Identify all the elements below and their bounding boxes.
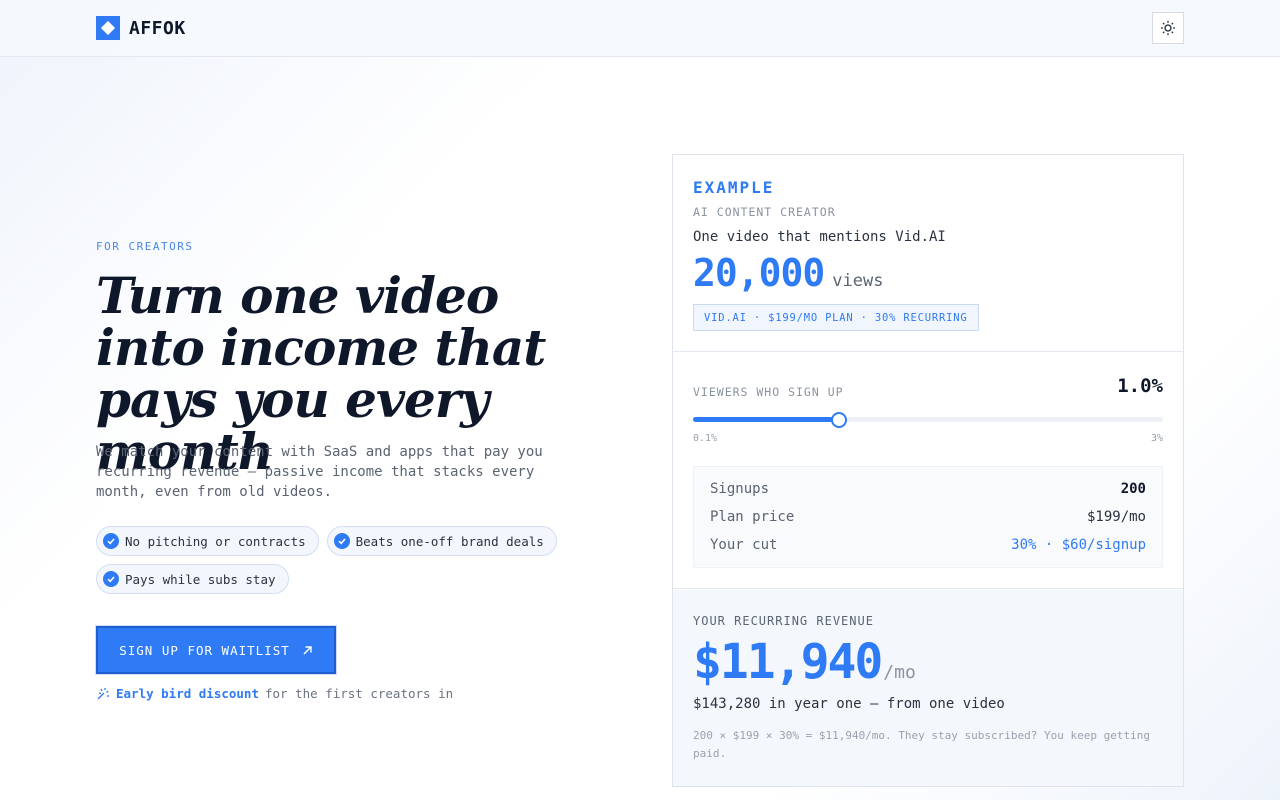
views-count: 20,000 views <box>693 251 883 295</box>
example-section: EXAMPLE AI CONTENT CREATOR One video tha… <box>673 155 1183 352</box>
benefit-pills: No pitching or contracts Beats one-off b… <box>96 526 566 594</box>
slider-min-label: 0.1% <box>693 433 718 444</box>
signup-rate-slider[interactable] <box>693 412 1163 428</box>
recurring-revenue-section: YOUR RECURRING REVENUE $11,940 /mo $143,… <box>673 590 1183 786</box>
signup-waitlist-label: SIGN UP FOR WAITLIST <box>119 642 290 658</box>
slider-max-label: 3% <box>1150 433 1163 444</box>
views-unit: views <box>832 271 884 291</box>
hero-description: We match your content with SaaS and apps… <box>96 444 543 500</box>
breakdown-row-signups: Signups 200 <box>710 475 1146 503</box>
revenue-formula-note: 200 × $199 × 30% = $11,940/mo. They stay… <box>693 729 1150 760</box>
breakdown-value: 30% · $60/signup <box>1011 537 1146 553</box>
check-circle-icon <box>103 533 119 549</box>
check-circle-icon <box>333 533 350 549</box>
breakdown-value: $199/mo <box>1086 509 1146 525</box>
breakdown-box: Signups 200 Plan price $199/mo Your cut … <box>693 466 1163 568</box>
early-bird-text: for the first creators in <box>265 686 454 701</box>
slider-range-labels: 0.1% 3% <box>693 433 1163 444</box>
theme-toggle-button[interactable] <box>1152 12 1184 44</box>
example-subtitle: AI CONTENT CREATOR <box>693 205 836 219</box>
benefit-pill-label: Beats one-off brand deals <box>355 533 544 549</box>
benefit-pill: No pitching or contracts <box>96 526 319 556</box>
diamond-logo-icon <box>96 16 120 40</box>
brand-logo[interactable]: AFFOK <box>96 16 186 40</box>
signup-rate-label: VIEWERS WHO SIGN UP <box>693 385 844 399</box>
benefit-pill: Beats one-off brand deals <box>326 526 557 556</box>
site-header: AFFOK <box>0 0 1280 57</box>
breakdown-row-plan-price: Plan price $199/mo <box>710 503 1146 531</box>
brand-name: AFFOK <box>129 17 186 39</box>
breakdown-row-your-cut: Your cut 30% · $60/signup <box>710 531 1146 559</box>
sparkle-icon <box>97 687 109 699</box>
arrow-up-right-icon <box>303 645 312 654</box>
slider-fill <box>693 417 839 422</box>
breakdown-key: Your cut <box>710 537 778 553</box>
signup-rate-value: 1.0% <box>1117 375 1163 397</box>
breakdown-value: 200 <box>1120 481 1146 497</box>
breakdown-key: Plan price <box>710 509 795 525</box>
example-title: EXAMPLE <box>693 178 775 197</box>
early-bird-link[interactable]: Early bird discount <box>116 686 259 701</box>
benefit-pill: Pays while subs stay <box>96 564 289 594</box>
revenue-unit: /mo <box>883 662 916 683</box>
example-description: One video that mentions Vid.AI <box>693 229 946 245</box>
revenue-amount: $11,940 /mo <box>693 634 916 690</box>
revenue-year-line: $143,280 in year one — from one video <box>693 696 1005 712</box>
revenue-number: $11,940 <box>693 634 883 690</box>
hero-eyebrow: FOR CREATORS <box>96 240 194 253</box>
check-circle-icon <box>103 571 119 587</box>
slider-thumb[interactable] <box>830 412 847 428</box>
signup-rate-section: VIEWERS WHO SIGN UP 1.0% 0.1% 3% Signups… <box>673 353 1183 589</box>
benefit-pill-label: Pays while subs stay <box>125 571 276 587</box>
early-bird-note: Early bird discount for the first creato… <box>96 686 453 701</box>
plan-tag: VID.AI · $199/MO PLAN · 30% RECURRING <box>693 304 979 331</box>
benefit-pill-label: No pitching or contracts <box>125 533 306 549</box>
signup-waitlist-button[interactable]: SIGN UP FOR WAITLIST <box>96 626 336 674</box>
earnings-example-card: EXAMPLE AI CONTENT CREATOR One video tha… <box>672 154 1184 787</box>
views-number: 20,000 <box>693 251 825 295</box>
sun-icon <box>1161 21 1175 35</box>
breakdown-key: Signups <box>710 481 770 497</box>
revenue-label: YOUR RECURRING REVENUE <box>693 614 874 628</box>
